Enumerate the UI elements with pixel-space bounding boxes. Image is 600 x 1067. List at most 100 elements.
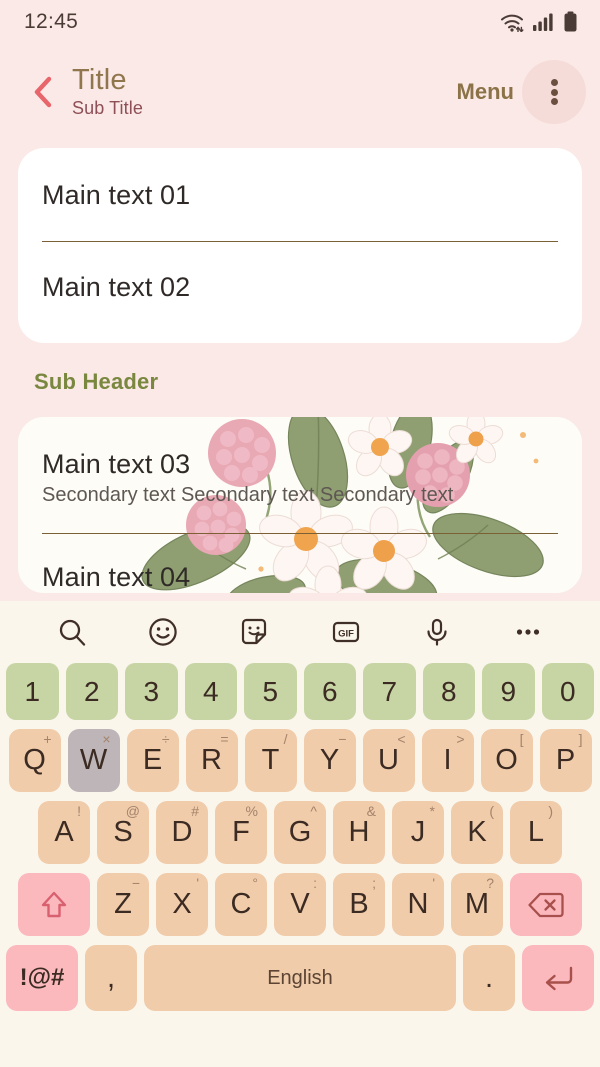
symbols-key[interactable]: !@# [6,945,78,1011]
key-g[interactable]: ^ G [274,801,326,864]
key-superscript: < [397,731,406,747]
key-label: S [113,816,133,848]
key-4[interactable]: 4 [184,663,237,720]
backspace-key[interactable] [510,873,582,936]
key-l[interactable]: ) L [510,801,562,864]
overflow-menu-icon [550,77,558,108]
status-icons [499,11,578,33]
key-label: T [261,744,280,776]
key-label: O [495,744,518,776]
key-superscript: ! [77,803,81,819]
key-superscript: × [102,731,111,747]
key-2[interactable]: 2 [65,663,118,720]
key-superscript: ( [489,803,494,819]
key-c[interactable]: ° C [215,873,267,936]
key-z[interactable]: − Z [97,873,149,936]
list-item[interactable]: Main text 03 Secondary text Secondary te… [18,417,582,533]
key-e[interactable]: ÷ E [126,729,179,792]
list-item[interactable]: Main text 04 [18,534,582,593]
key-v[interactable]: :V [274,873,326,936]
more-icon[interactable] [512,616,544,648]
key-label: N [407,888,429,920]
keyboard-row-bottom-letters: − Z ' X ° C :V ; B ' N ? M [6,873,594,936]
key-a[interactable]: ! A [38,801,90,864]
key-r[interactable]: = R [185,729,238,792]
overflow-menu-button[interactable] [522,60,586,124]
sticker-icon[interactable] [238,616,270,648]
key-label: H [348,816,370,848]
emoji-icon[interactable] [147,616,179,648]
list-item-secondary-text: Secondary text Secondary text Secondary … [42,484,454,506]
key-d[interactable]: # D [156,801,208,864]
key-s[interactable]: @ S [97,801,149,864]
key-q[interactable]: + Q [8,729,61,792]
key-p[interactable]: ] P [539,729,592,792]
key-m[interactable]: ? M [451,873,503,936]
key-label: 7 [381,675,398,707]
battery-icon [563,11,578,33]
key-label: W [79,744,108,776]
shift-key[interactable] [18,873,90,936]
key-t[interactable]: / T [244,729,297,792]
key-i[interactable]: > I [421,729,474,792]
key-label: A [54,816,74,848]
back-button[interactable] [22,71,64,113]
key-k[interactable]: (K [451,801,503,864]
key-n[interactable]: ' N [392,873,444,936]
key-x[interactable]: ' X [156,873,208,936]
key-y[interactable]: − Y [303,729,356,792]
key-f[interactable]: % F [215,801,267,864]
list-item-main-text: Main text 03 [42,449,191,479]
key-8[interactable]: 8 [422,663,475,720]
key-label: J [410,816,426,848]
keyboard-row-bottom: !@# , English . [6,945,594,1011]
list-item[interactable]: Main text 02 [18,242,582,343]
key-superscript: ; [372,875,376,891]
key-9[interactable]: 9 [482,663,535,720]
key-superscript: ' [432,875,435,891]
key-u[interactable]: < U [362,729,415,792]
key-5[interactable]: 5 [244,663,297,720]
key-label: U [378,744,399,776]
key-label: D [171,816,193,848]
menu-button[interactable]: Menu [457,79,514,105]
key-7[interactable]: 7 [363,663,416,720]
key-label: Y [319,744,340,776]
wifi-icon [499,12,525,32]
gif-icon[interactable]: GIF [330,616,362,648]
key-j[interactable]: * J [392,801,444,864]
keyboard-toolbar: GIF [0,601,600,663]
comma-key[interactable]: , [85,945,137,1011]
page-subtitle: Sub Title [72,97,143,118]
key-label: 6 [321,675,338,707]
key-w[interactable]: × W [67,729,120,792]
card-two: Main text 03 Secondary text Secondary te… [18,417,582,593]
key-label: E [142,744,163,776]
key-0[interactable]: 0 [541,663,594,720]
enter-key[interactable] [522,945,594,1011]
keyboard: GIF 1 2 3 4 5 6 7 8 9 0 + Q × W ÷ E = R … [0,601,600,1067]
key-o[interactable]: [O [480,729,533,792]
period-key[interactable]: . [463,945,515,1011]
key-superscript: − [338,731,347,747]
space-key[interactable]: English [144,945,456,1011]
key-3[interactable]: 3 [125,663,178,720]
key-label: V [290,888,310,920]
microphone-icon[interactable] [421,616,453,648]
key-6[interactable]: 6 [303,663,356,720]
key-superscript: ' [196,875,199,891]
key-label: Z [114,888,132,920]
key-superscript: @ [125,803,140,819]
keyboard-row-top: + Q × W ÷ E = R / T − Y < U > I [O ] P [6,729,594,792]
gif-label: GIF [338,628,354,639]
list-item-main-text: Main text 01 [42,180,191,210]
signal-icon [533,12,555,32]
key-1[interactable]: 1 [6,663,59,720]
keyboard-rows: 1 2 3 4 5 6 7 8 9 0 + Q × W ÷ E = R / T − Y < U… [0,663,600,1011]
list-item[interactable]: Main text 01 [18,148,582,241]
search-icon[interactable] [56,616,88,648]
status-bar: 12:45 [0,0,600,44]
key-b[interactable]: ; B [333,873,385,936]
content-area: Main text 01 Main text 02 Sub Header Mai… [0,148,600,593]
key-h[interactable]: & H [333,801,385,864]
